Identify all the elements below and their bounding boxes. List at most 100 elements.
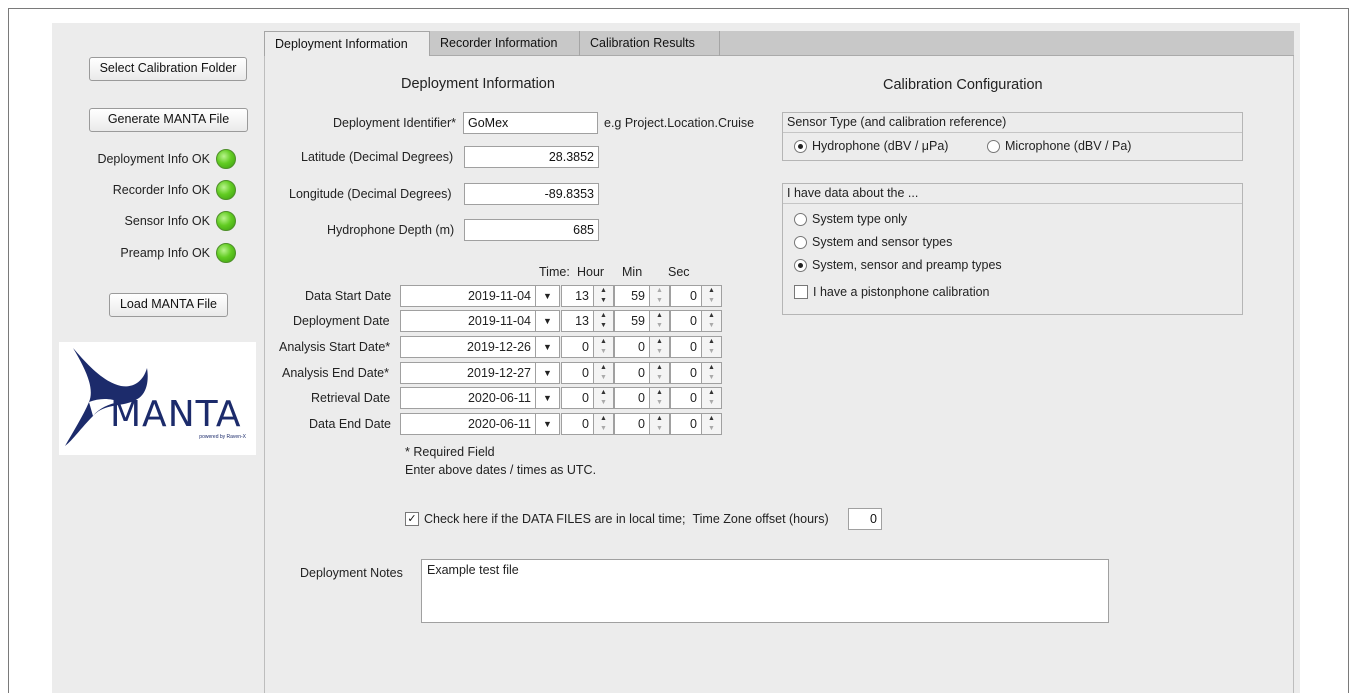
spin-down-icon: ▼ <box>600 297 607 304</box>
status-led-icon <box>216 149 236 169</box>
status-label: Deployment Info OK <box>97 152 210 166</box>
date-picker[interactable]: 2019-11-04 ▼ <box>400 285 560 307</box>
status-label: Preamp Info OK <box>120 246 210 260</box>
logo-tagline: powered by Raven-X <box>199 434 246 440</box>
deployment-notes-textarea[interactable]: Example test file <box>421 559 1109 623</box>
date-picker[interactable]: 2019-12-27 ▼ <box>400 362 560 384</box>
date-picker[interactable]: 2020-06-11 ▼ <box>400 413 560 435</box>
chevron-down-icon[interactable]: ▼ <box>535 337 559 357</box>
date-row-label: Data End Date <box>309 417 391 431</box>
spin-down-icon: ▼ <box>656 297 663 304</box>
radio-system-sensor-preamp[interactable]: System, sensor and preamp types <box>794 258 1002 272</box>
hour-spinner[interactable]: 0 ▲ ▼ <box>561 387 614 409</box>
radio-label: Hydrophone (dBV / μPa) <box>812 139 949 153</box>
radio-system-sensor[interactable]: System and sensor types <box>794 235 952 249</box>
chevron-down-icon[interactable]: ▼ <box>535 363 559 383</box>
tab-calibration-results[interactable]: Calibration Results <box>580 31 720 56</box>
chevron-down-icon[interactable]: ▼ <box>535 414 559 434</box>
date-row-label: Data Start Date <box>305 289 392 303</box>
hour-spinner[interactable]: 0 ▲ ▼ <box>561 362 614 384</box>
local-time-checkbox-row[interactable]: ✓ Check here if the DATA FILES are in lo… <box>405 512 829 526</box>
min-spinner[interactable]: 0 ▲ ▼ <box>614 336 670 358</box>
radio-label: System type only <box>812 212 908 226</box>
time-header-label: Time: <box>539 265 570 279</box>
date-picker[interactable]: 2019-12-26 ▼ <box>400 336 560 358</box>
sec-spinner[interactable]: 0 ▲ ▼ <box>670 362 722 384</box>
longitude-input[interactable] <box>464 183 599 205</box>
spin-up-icon: ▲ <box>656 338 663 345</box>
min-spinner[interactable]: 0 ▲ ▼ <box>614 387 670 409</box>
spin-up-icon: ▲ <box>708 312 715 319</box>
tz-offset-label: Time Zone offset (hours) <box>692 512 829 526</box>
data-about-group: I have data about the ... System type on… <box>782 183 1243 315</box>
radio-label: System, sensor and preamp types <box>812 258 1002 272</box>
spin-down-icon: ▼ <box>600 399 607 406</box>
radio-selected-icon[interactable] <box>794 139 807 153</box>
spin-down-icon: ▼ <box>656 348 663 355</box>
generate-manta-file-button[interactable]: Generate MANTA File <box>89 108 248 132</box>
spin-up-icon: ▲ <box>600 389 607 396</box>
status-label: Sensor Info OK <box>124 214 210 228</box>
pistonphone-checkbox-row[interactable]: I have a pistonphone calibration <box>794 285 990 299</box>
min-spinner[interactable]: 59 ▲ ▼ <box>614 285 670 307</box>
tz-offset-input[interactable] <box>848 508 882 530</box>
spin-down-icon: ▼ <box>600 348 607 355</box>
radio-empty-icon[interactable] <box>794 235 807 249</box>
deployment-identifier-label: Deployment Identifier* <box>333 116 456 130</box>
spin-up-icon: ▲ <box>708 287 715 294</box>
radio-empty-icon[interactable] <box>794 212 807 226</box>
tab-deployment-information[interactable]: Deployment Information <box>264 31 430 57</box>
depth-input[interactable] <box>464 219 599 241</box>
sec-spinner[interactable]: 0 ▲ ▼ <box>670 336 722 358</box>
hour-spinner[interactable]: 0 ▲ ▼ <box>561 336 614 358</box>
status-label: Recorder Info OK <box>112 183 210 197</box>
chevron-down-icon[interactable]: ▼ <box>535 388 559 408</box>
spin-up-icon: ▲ <box>600 312 607 319</box>
deployment-identifier-input[interactable] <box>463 112 598 134</box>
min-spinner[interactable]: 59 ▲ ▼ <box>614 310 670 332</box>
longitude-label: Longitude (Decimal Degrees) <box>289 187 452 201</box>
status-recorder-info: Recorder Info OK <box>113 179 236 201</box>
sec-spinner[interactable]: 0 ▲ ▼ <box>670 285 722 307</box>
sec-spinner[interactable]: 0 ▲ ▼ <box>670 310 722 332</box>
date-row-label: Analysis End Date* <box>282 366 390 380</box>
radio-hydrophone[interactable]: Hydrophone (dBV / μPa) <box>794 139 948 153</box>
date-row-label: Retrieval Date <box>311 391 391 405</box>
radio-microphone[interactable]: Microphone (dBV / Pa) <box>987 139 1131 153</box>
sec-spinner[interactable]: 0 ▲ ▼ <box>670 413 722 435</box>
chevron-down-icon[interactable]: ▼ <box>535 286 559 306</box>
status-deployment-info: Deployment Info OK <box>97 148 236 170</box>
spin-down-icon: ▼ <box>656 399 663 406</box>
spin-up-icon: ▲ <box>656 287 663 294</box>
radio-selected-icon[interactable] <box>794 258 807 272</box>
spin-up-icon: ▲ <box>656 389 663 396</box>
hour-spinner[interactable]: 13 ▲ ▼ <box>561 310 614 332</box>
checkmark-icon[interactable]: ✓ <box>405 512 419 526</box>
sec-header-label: Sec <box>668 265 690 279</box>
spin-up-icon: ▲ <box>708 415 715 422</box>
latitude-input[interactable] <box>464 146 599 168</box>
hour-spinner[interactable]: 0 ▲ ▼ <box>561 413 614 435</box>
spin-up-icon: ▲ <box>656 312 663 319</box>
status-preamp-info: Preamp Info OK <box>120 242 236 264</box>
min-spinner[interactable]: 0 ▲ ▼ <box>614 362 670 384</box>
spin-down-icon: ▼ <box>708 322 715 329</box>
sec-spinner[interactable]: 0 ▲ ▼ <box>670 387 722 409</box>
min-spinner[interactable]: 0 ▲ ▼ <box>614 413 670 435</box>
spin-down-icon: ▼ <box>656 322 663 329</box>
hour-spinner[interactable]: 13 ▲ ▼ <box>561 285 614 307</box>
select-calibration-folder-button[interactable]: Select Calibration Folder <box>89 57 247 81</box>
checkbox-empty-icon[interactable] <box>794 285 808 299</box>
radio-system-only[interactable]: System type only <box>794 212 907 226</box>
utc-note: Enter above dates / times as UTC. <box>405 463 597 477</box>
spin-up-icon: ▲ <box>708 338 715 345</box>
load-manta-file-button[interactable]: Load MANTA File <box>109 293 228 317</box>
sensor-type-group: Sensor Type (and calibration reference) … <box>782 112 1243 161</box>
radio-empty-icon[interactable] <box>987 139 1000 153</box>
tab-recorder-information[interactable]: Recorder Information <box>430 31 580 56</box>
identifier-hint: e.g Project.Location.Cruise <box>604 116 755 130</box>
date-picker[interactable]: 2019-11-04 ▼ <box>400 310 560 332</box>
date-picker[interactable]: 2020-06-11 ▼ <box>400 387 560 409</box>
date-row-label: Analysis Start Date* <box>279 340 391 354</box>
chevron-down-icon[interactable]: ▼ <box>535 311 559 331</box>
